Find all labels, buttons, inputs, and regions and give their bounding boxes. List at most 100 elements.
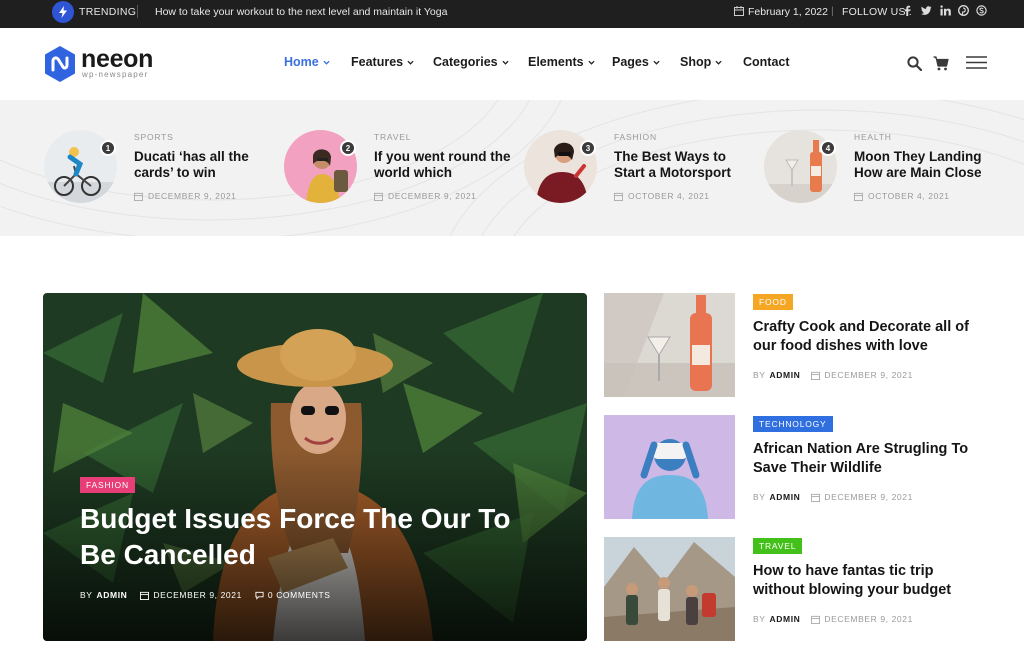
post-meta: BY ADMIN DECEMBER 9, 2021 <box>753 492 924 502</box>
chevron-down-icon <box>323 60 330 65</box>
post-meta: BY ADMIN DECEMBER 9, 2021 0 COMMENTS <box>80 590 344 600</box>
post-date: DECEMBER 9, 2021 <box>140 590 242 600</box>
trending-headline-link[interactable]: How to take your workout to the next lev… <box>155 6 447 18</box>
calendar-icon <box>854 192 863 201</box>
calendar-icon <box>734 6 744 16</box>
post-author: BY ADMIN <box>80 590 127 600</box>
post-comments[interactable]: 0 COMMENTS <box>255 590 331 600</box>
post-title[interactable]: How to have fantas tic trip without blow… <box>753 562 988 600</box>
facebook-icon[interactable] <box>902 5 913 16</box>
post-title[interactable]: Moon They Landing How are Main Close <box>854 149 994 181</box>
post-meta: BY ADMIN DECEMBER 9, 2021 <box>753 370 924 380</box>
divider <box>137 5 138 18</box>
nav-pages[interactable]: Pages <box>612 55 660 69</box>
logo-name[interactable]: neeon <box>81 46 153 72</box>
category-badge[interactable]: TRAVEL <box>753 538 803 554</box>
linkedin-icon[interactable] <box>940 5 951 16</box>
post-date: DECEMBER 9, 2021 <box>811 614 913 624</box>
author-link[interactable]: ADMIN <box>97 590 128 600</box>
post-date: DECEMBER 9, 2021 <box>374 191 477 201</box>
pinterest-icon[interactable] <box>958 5 969 16</box>
search-icon[interactable] <box>907 56 922 71</box>
date-text: OCTOBER 4, 2021 <box>628 191 710 201</box>
top-bar: TRENDING How to take your workout to the… <box>0 0 1024 28</box>
chevron-down-icon <box>502 60 509 65</box>
post-category[interactable]: TRAVEL <box>374 132 411 142</box>
post-thumbnail[interactable] <box>604 537 735 641</box>
post-title[interactable]: African Nation Are Strugling To Save The… <box>753 440 988 478</box>
by-label: BY <box>753 492 766 502</box>
cart-icon[interactable] <box>933 56 949 71</box>
category-badge[interactable]: FASHION <box>80 477 135 493</box>
calendar-icon <box>811 615 821 624</box>
chevron-down-icon <box>588 60 595 65</box>
calendar-icon <box>811 371 821 380</box>
rank-badge: 1 <box>100 140 116 156</box>
current-date: February 1, 2022 <box>748 6 828 18</box>
date-text: DECEMBER 9, 2021 <box>824 492 913 502</box>
date-text: OCTOBER 4, 2021 <box>868 191 950 201</box>
nav-label: Contact <box>743 55 790 69</box>
post-meta: BY ADMIN DECEMBER 9, 2021 <box>753 614 924 624</box>
nav-home[interactable]: Home <box>284 55 330 69</box>
comments-count: 0 COMMENTS <box>267 590 331 600</box>
logo-icon[interactable] <box>44 46 76 82</box>
nav-categories[interactable]: Categories <box>433 55 509 69</box>
featured-post[interactable]: FASHION Budget Issues Force The Our To B… <box>43 293 587 641</box>
rank-badge: 2 <box>340 140 356 156</box>
trending-posts-strip: 1 SPORTS Ducati ‘has all the cards’ to w… <box>0 100 1024 236</box>
nav-label: Elements <box>528 55 584 69</box>
post-title[interactable]: If you went round the world which <box>374 149 514 181</box>
post-category[interactable]: FASHION <box>614 132 657 142</box>
side-post[interactable]: TECHNOLOGY African Nation Are Strugling … <box>604 415 984 519</box>
twitter-icon[interactable] <box>921 5 932 16</box>
nav-shop[interactable]: Shop <box>680 55 722 69</box>
post-category[interactable]: HEALTH <box>854 132 892 142</box>
chevron-down-icon <box>407 60 414 65</box>
date-text: DECEMBER 9, 2021 <box>824 370 913 380</box>
nav-label: Features <box>351 55 404 69</box>
calendar-icon <box>374 192 383 201</box>
post-thumbnail[interactable] <box>604 415 735 519</box>
nav-contact[interactable]: Contact <box>743 55 790 69</box>
by-label: BY <box>80 590 93 600</box>
post-author: BY ADMIN <box>753 492 800 502</box>
date-text: DECEMBER 9, 2021 <box>388 191 477 201</box>
category-badge[interactable]: TECHNOLOGY <box>753 416 833 432</box>
category-badge[interactable]: FOOD <box>753 294 793 310</box>
post-date: OCTOBER 4, 2021 <box>854 191 950 201</box>
nav-elements[interactable]: Elements <box>528 55 595 69</box>
post-title[interactable]: Crafty Cook and Decorate all of our food… <box>753 318 988 356</box>
menu-icon[interactable] <box>966 56 987 69</box>
calendar-icon <box>134 192 143 201</box>
lightning-icon <box>52 1 74 23</box>
by-label: BY <box>753 614 766 624</box>
post-author: BY ADMIN <box>753 370 800 380</box>
calendar-icon <box>140 591 150 600</box>
rank-badge: 4 <box>820 140 836 156</box>
chevron-down-icon <box>715 60 722 65</box>
author-link[interactable]: ADMIN <box>770 614 801 624</box>
post-category[interactable]: SPORTS <box>134 132 174 142</box>
side-post[interactable]: TRAVEL How to have fantas tic trip witho… <box>604 537 984 641</box>
date-text: DECEMBER 9, 2021 <box>824 614 913 624</box>
nav-label: Shop <box>680 55 712 69</box>
side-post[interactable]: FOOD Crafty Cook and Decorate all of our… <box>604 293 984 397</box>
author-link[interactable]: ADMIN <box>770 370 801 380</box>
skype-icon[interactable] <box>976 5 987 16</box>
date-text: DECEMBER 9, 2021 <box>148 191 237 201</box>
post-date: DECEMBER 9, 2021 <box>134 191 237 201</box>
comment-icon <box>255 591 264 600</box>
post-thumbnail[interactable] <box>604 293 735 397</box>
post-date: DECEMBER 9, 2021 <box>811 370 913 380</box>
nav-features[interactable]: Features <box>351 55 414 69</box>
divider: | <box>831 5 834 17</box>
nav-label: Pages <box>612 55 649 69</box>
post-date: OCTOBER 4, 2021 <box>614 191 710 201</box>
post-title[interactable]: The Best Ways to Start a Motorsport <box>614 149 754 181</box>
post-title[interactable]: Ducati ‘has all the cards’ to win <box>134 149 274 181</box>
featured-post-title[interactable]: Budget Issues Force The Our To Be Cancel… <box>80 501 540 573</box>
author-link[interactable]: ADMIN <box>770 492 801 502</box>
date-text: DECEMBER 9, 2021 <box>153 590 242 600</box>
featured-image[interactable] <box>43 293 587 641</box>
